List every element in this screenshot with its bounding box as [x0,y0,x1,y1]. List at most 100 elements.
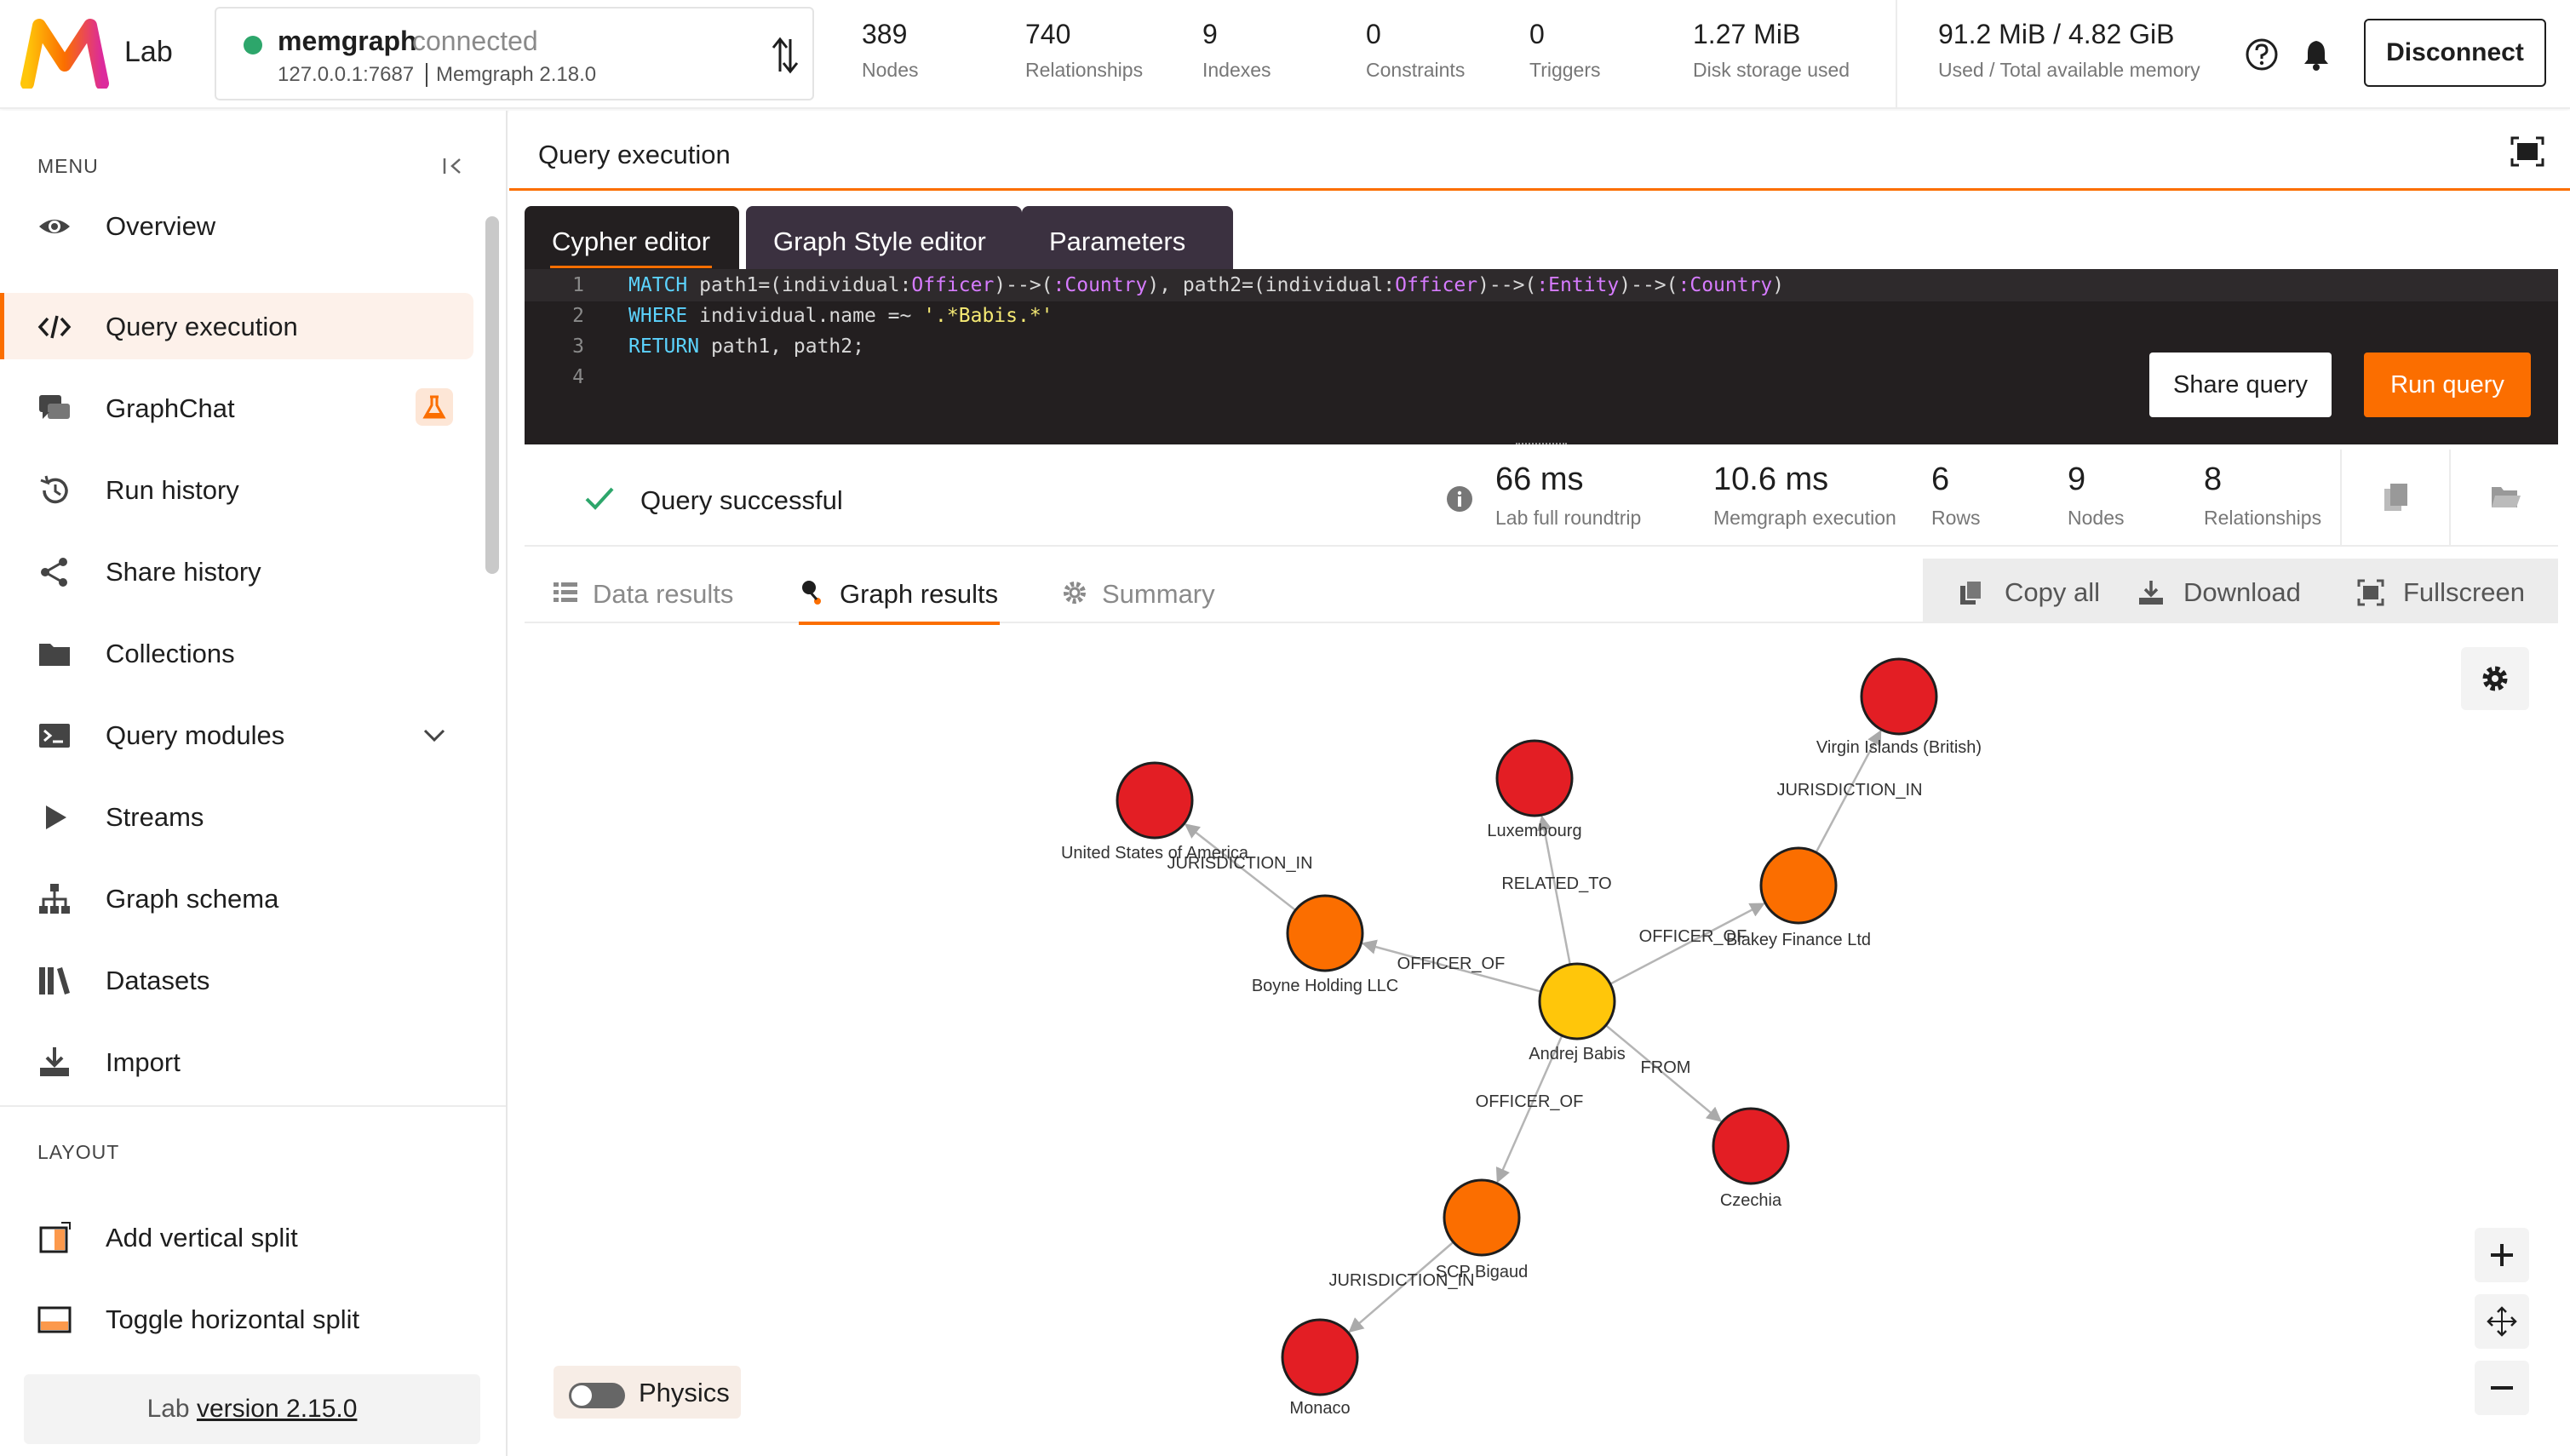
tab-cypher-editor[interactable]: Cypher editor [525,206,739,269]
graph-edge-label: JURISDICTION_IN [1776,781,1922,800]
tab-data-results[interactable]: Data results [552,559,756,623]
sidebar-item-streams[interactable]: Streams [0,783,473,850]
eye-icon [39,220,70,233]
chevron-down-icon[interactable] [421,724,448,748]
info-icon[interactable] [1446,485,1473,513]
graph-canvas[interactable]: OFFICER_OF OFFICER_OF OFFICER_OF RELATED_TO… [525,625,2558,1447]
physics-toggle[interactable] [569,1383,625,1408]
share-icon [41,558,67,587]
horizontal-split-icon [37,1306,72,1333]
graph-node-label: Virgin Islands (British) [1816,738,1982,757]
results-actions: Copy all Download Fullscreen [1923,559,2558,622]
copy-icon [2384,484,2407,511]
stat-nodes: 389 Nodes [862,19,919,81]
check-icon [585,487,614,510]
divider [1896,0,1897,109]
sidebar-scrollbar[interactable] [485,216,499,574]
graph-svg[interactable]: OFFICER_OFOFFICER_OFOFFICER_OFRELATED_TO… [525,625,2558,1447]
version-info: Lab version 2.15.0 [24,1374,480,1444]
sidebar-item-label: Query modules [106,720,285,750]
zoom-in-button[interactable] [2475,1228,2529,1282]
resize-handle[interactable] [1516,443,1567,450]
graph-node[interactable] [1759,846,1838,925]
sidebar-item-datasets[interactable]: Datasets [0,947,473,1013]
add-vertical-split-button[interactable]: Add vertical split [0,1204,473,1270]
beta-flask-icon [416,388,453,426]
tab-label: Data results [593,579,734,609]
graph-icon [802,581,821,605]
gear-icon [1064,582,1086,604]
stat-constraints: 0 Constraints [1366,19,1466,81]
sidebar-item-label: Query execution [106,312,298,341]
maximize-icon[interactable] [2510,136,2544,167]
save-to-collection-button[interactable] [2449,450,2558,547]
metric-relationships: 8 Relationships [2204,461,2322,529]
zoom-out-button[interactable] [2475,1361,2529,1415]
graph-node[interactable] [1116,761,1194,840]
share-query-button[interactable]: Share query [2149,353,2332,417]
minus-icon [2491,1386,2513,1390]
tab-summary[interactable]: Summary [1061,559,1231,623]
graph-edge-label: FROM [1641,1058,1691,1077]
tab-label: Graph results [840,579,999,609]
tab-graph-results[interactable]: Graph results [799,559,1000,625]
sidebar-item-overview[interactable]: Overview [0,192,473,259]
download-icon [40,1047,69,1076]
run-query-button[interactable]: Run query [2364,353,2531,417]
stat-relationships: 740 Relationships [1025,19,1144,81]
download-icon [2139,581,2163,605]
switch-connection-icon[interactable] [770,34,800,77]
code-icon [37,315,72,339]
sidebar-item-import[interactable]: Import [0,1029,473,1095]
sidebar-item-share-history[interactable]: Share history [0,538,473,605]
graph-edge-label: OFFICER_OF [1476,1092,1584,1111]
graph-node-label: Andrej Babis [1529,1045,1625,1063]
physics-label: Physics [639,1378,730,1407]
graph-settings-button[interactable] [2461,647,2529,710]
sidebar-item-label: Run history [106,475,239,505]
sidebar-item-graph-schema[interactable]: Graph schema [0,865,473,931]
bell-icon[interactable] [2301,37,2332,72]
graph-node-label: SCP Bigaud [1436,1263,1529,1281]
graph-node[interactable] [1538,962,1616,1040]
metric-memgraph-execution: 10.6 ms Memgraph execution [1713,461,1896,529]
sidebar-item-query-modules[interactable]: Query modules [0,702,473,768]
sidebar-item-collections[interactable]: Collections [0,620,473,686]
disconnect-button[interactable]: Disconnect [2364,19,2546,87]
sidebar-item-run-history[interactable]: Run history [0,456,473,523]
graph-edge-label: RELATED_TO [1501,874,1611,893]
sidebar-item-label: GraphChat [106,393,235,423]
toggle-knob [571,1385,592,1406]
graph-edge-label: OFFICER_OF [1397,954,1506,973]
fit-to-screen-button[interactable] [2475,1294,2529,1349]
graph-node-label: United States of America [1061,844,1249,863]
graph-node[interactable] [1443,1178,1521,1257]
collapse-sidebar-icon[interactable] [441,153,467,179]
sidebar-item-label: Datasets [106,966,210,995]
version-prefix: Lab [146,1395,190,1423]
main-header: Query execution [509,111,2570,191]
graph-node[interactable] [1495,739,1574,817]
graph-node-label: Monaco [1289,1399,1350,1418]
graph-node[interactable] [1281,1318,1359,1396]
sidebar-item-label: Streams [106,802,204,832]
graph-node[interactable] [1860,657,1938,736]
graph-node[interactable] [1712,1107,1790,1185]
physics-toggle-container: Physics [554,1366,741,1419]
graph-node-label: Luxembourg [1487,822,1581,840]
connection-host: 127.0.0.1:7687 [278,63,415,86]
connection-status: connected [412,26,538,56]
sidebar-item-graphchat[interactable]: GraphChat [0,375,473,441]
tab-graph-style-editor[interactable]: Graph Style editor [746,206,1022,269]
connection-panel[interactable]: memgraph connected 127.0.0.1:7687 Memgra… [215,7,814,100]
tab-label: Summary [1102,579,1215,609]
graph-node[interactable] [1286,894,1364,972]
sidebar-item-query-execution[interactable]: Query execution [0,293,473,359]
active-tab-indicator [550,266,712,268]
chat-icon [39,395,70,419]
version-link[interactable]: version 2.15.0 [197,1395,357,1423]
help-icon[interactable] [2245,37,2279,72]
tab-parameters[interactable]: Parameters [1022,206,1233,269]
toggle-horizontal-split-button[interactable]: Toggle horizontal split [0,1286,473,1352]
copy-query-button[interactable] [2340,450,2449,547]
